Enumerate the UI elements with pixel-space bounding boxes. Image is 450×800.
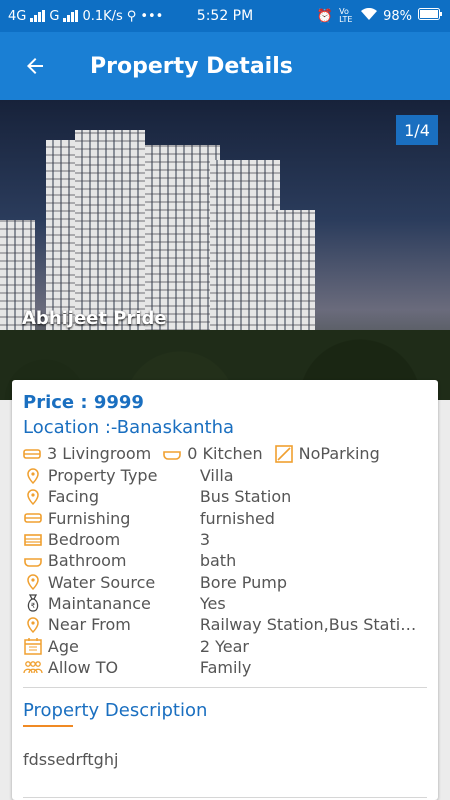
- clock: 5:52 PM: [196, 8, 254, 24]
- detail-label: Near From: [47, 615, 131, 635]
- detail-row-facing: Facing Bus Station: [23, 486, 423, 507]
- location-pin-icon: [23, 616, 44, 633]
- detail-value: furnished: [199, 508, 275, 528]
- app-bar: Property Details: [0, 32, 450, 100]
- detail-value: Bore Pump: [199, 572, 287, 592]
- detail-row-furnishing: Furnishing furnished: [23, 508, 423, 529]
- property-details-card: Price : 9999 Location :-Banaskantha 3 Li…: [12, 380, 438, 800]
- svg-text:₹: ₹: [31, 602, 36, 610]
- detail-label: Water Source: [47, 572, 156, 592]
- location-pin-icon: [23, 467, 44, 484]
- detail-row-bedroom: Bedroom 3: [23, 529, 423, 550]
- detail-value: Bus Station: [199, 487, 292, 507]
- money-bag-icon: ₹: [23, 594, 44, 613]
- price: Price : 9999: [23, 392, 144, 413]
- page-title: Property Details: [90, 53, 293, 79]
- detail-row-near-from: Near From Railway Station,Bus Station,Sc…: [23, 614, 423, 635]
- amenity-kitchen: 0 Kitchen: [163, 444, 263, 463]
- people-icon: [23, 660, 44, 674]
- detail-value: 3: [199, 530, 211, 550]
- bed-icon: [23, 533, 44, 547]
- divider: [23, 687, 427, 688]
- back-button[interactable]: [0, 32, 70, 100]
- detail-label: Age: [47, 636, 79, 656]
- amenities-row: 3 Livingroom 0 Kitchen NoParking: [23, 444, 392, 463]
- bathtub-icon: [163, 450, 182, 460]
- heading-underline: [23, 725, 73, 727]
- detail-row-property-type: Property Type Villa: [23, 465, 423, 486]
- property-name: Abhijeet Pride: [22, 308, 167, 329]
- image-counter: 1/4: [396, 115, 438, 145]
- detail-value: 2 Year: [199, 636, 249, 656]
- detail-label: Bedroom: [47, 530, 121, 550]
- sofa-icon: [23, 448, 41, 459]
- detail-label: Maintanance: [47, 593, 151, 613]
- detail-row-water-source: Water Source Bore Pump: [23, 571, 423, 592]
- detail-value: Villa: [199, 466, 234, 486]
- detail-label: Property Type: [47, 466, 158, 486]
- amenity-label: 0 Kitchen: [187, 444, 263, 463]
- building-image: [270, 210, 315, 350]
- parking-icon: [274, 444, 293, 463]
- detail-value: bath: [199, 551, 237, 571]
- calendar-icon: [23, 637, 44, 655]
- amenity-label: 3 Livingroom: [47, 444, 152, 463]
- property-image-gallery[interactable]: 1/4 Abhijeet Pride: [0, 100, 450, 400]
- back-arrow-icon: [27, 58, 43, 74]
- amenity-livingroom: 3 Livingroom: [23, 444, 151, 463]
- detail-row-maintenance: ₹ Maintanance Yes: [23, 593, 423, 614]
- detail-row-age: Age 2 Year: [23, 635, 423, 656]
- detail-label: Allow TO: [47, 657, 119, 677]
- divider: [23, 797, 427, 798]
- amenity-label: NoParking: [298, 444, 380, 463]
- status-bar: 4G G 0.1K/s ⚲ ••• 5:52 PM ⏰ Vo LTE 98%: [0, 0, 450, 32]
- location-pin-icon: [23, 574, 44, 591]
- detail-label: Bathroom: [47, 551, 127, 571]
- bathtub-icon: [23, 554, 44, 568]
- detail-row-allow-to: Allow TO Family: [23, 657, 423, 678]
- detail-label: Facing: [47, 487, 99, 507]
- detail-label: Furnishing: [47, 508, 131, 528]
- detail-row-bathroom: Bathroom bath: [23, 550, 423, 571]
- sofa-icon: [23, 511, 44, 525]
- details-list: Property Type Villa Facing Bus Station F…: [23, 465, 423, 678]
- description-heading: Property Description: [23, 700, 208, 721]
- location: Location :-Banaskantha: [23, 417, 235, 438]
- detail-value: Family: [199, 657, 252, 677]
- detail-value: Yes: [199, 593, 226, 613]
- amenity-parking: NoParking: [274, 444, 380, 463]
- description-text: fdssedrftghj: [23, 750, 119, 769]
- detail-value: Railway Station,Bus Station,Sch: [199, 615, 423, 635]
- location-pin-icon: [23, 489, 44, 505]
